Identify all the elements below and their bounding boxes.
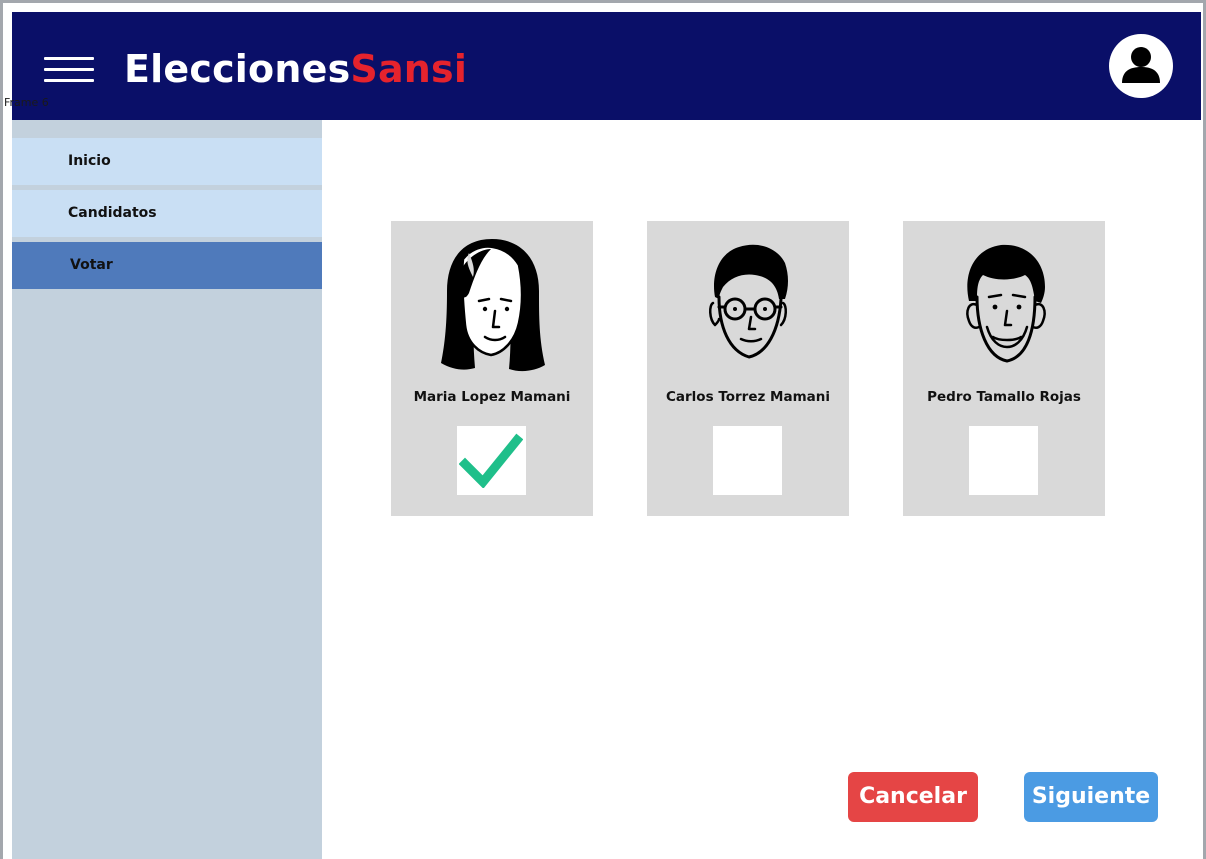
- candidate-checkbox[interactable]: [457, 426, 526, 495]
- candidate-checkbox[interactable]: [969, 426, 1038, 495]
- checkmark-icon: [459, 433, 523, 488]
- candidate-name: Carlos Torrez Mamani: [666, 389, 830, 405]
- candidate-card: Maria Lopez Mamani: [391, 221, 593, 516]
- sidebar-item-inicio[interactable]: Inicio: [12, 138, 322, 185]
- cancel-button[interactable]: Cancelar: [848, 772, 978, 822]
- hamburger-menu-icon[interactable]: [44, 57, 94, 85]
- sidebar: Inicio Candidatos Votar: [12, 120, 322, 859]
- brand-name-part2: Sansi: [350, 47, 468, 91]
- user-avatar-icon[interactable]: [1109, 34, 1173, 98]
- candidate-card: Pedro Tamallo Rojas: [903, 221, 1105, 516]
- candidate-checkbox[interactable]: [713, 426, 782, 495]
- candidate-name: Pedro Tamallo Rojas: [927, 389, 1081, 405]
- candidate-card: Carlos Torrez Mamani: [647, 221, 849, 516]
- brand-logo: EleccionesSansi: [124, 46, 467, 92]
- sidebar-item-votar[interactable]: Votar: [12, 242, 322, 289]
- next-button[interactable]: Siguiente: [1024, 772, 1158, 822]
- candidate-portrait-icon: [441, 239, 545, 372]
- top-header: EleccionesSansi: [12, 12, 1201, 120]
- frame-label: Frame 6: [4, 96, 49, 109]
- sidebar-item-candidatos[interactable]: Candidatos: [12, 190, 322, 237]
- brand-name-part1: Elecciones: [124, 47, 351, 91]
- candidate-name: Maria Lopez Mamani: [413, 389, 571, 405]
- candidate-portrait-icon: [709, 244, 788, 359]
- candidate-portrait-icon: [966, 244, 1046, 363]
